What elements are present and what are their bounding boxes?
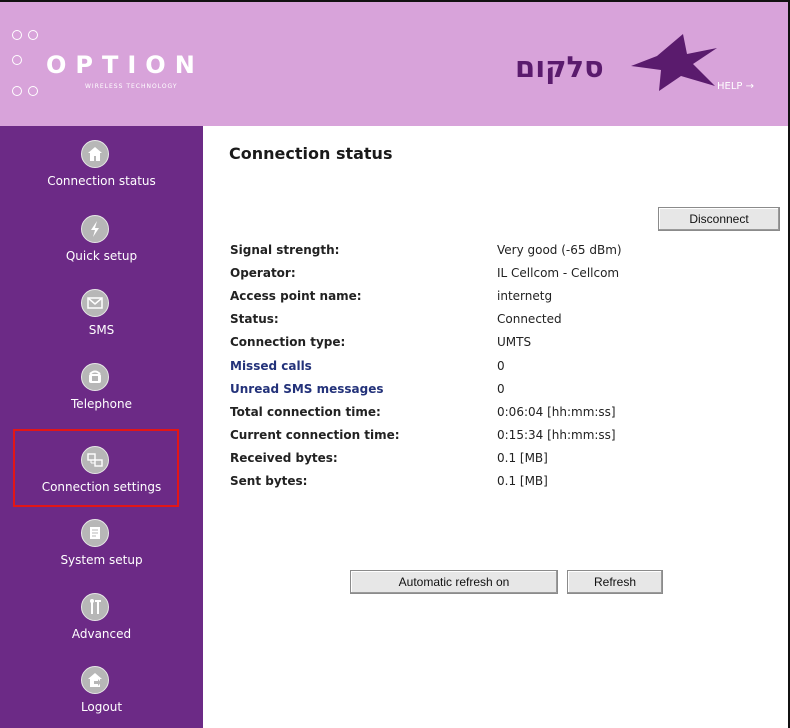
status-row: Sent bytes: 0.1 [MB] bbox=[230, 474, 750, 494]
status-row-label: Status: bbox=[230, 312, 279, 327]
nav-item-quick-setup[interactable]: Quick setup bbox=[0, 201, 203, 273]
header-bar: OPTION WIRELESS TECHNOLOGY סלקום HELP → bbox=[0, 2, 788, 126]
nav-item-connection-status[interactable]: Connection status bbox=[0, 126, 203, 198]
nav-label-quick-setup: Quick setup bbox=[65, 249, 138, 263]
nav-item-logout[interactable]: Logout bbox=[0, 652, 203, 724]
main-content: Connection status Disconnect Signal stre… bbox=[203, 126, 788, 728]
star-icon bbox=[631, 34, 717, 91]
logo-wordmark: OPTION bbox=[46, 51, 204, 79]
nav-item-sms[interactable]: SMS bbox=[0, 275, 203, 347]
status-row-label: Access point name: bbox=[230, 289, 362, 304]
envelope-icon bbox=[81, 289, 109, 317]
home-icon bbox=[81, 140, 109, 168]
status-row: Unread SMS messages 0 bbox=[230, 382, 750, 402]
status-row-value: internetg bbox=[497, 289, 553, 304]
nav-item-telephone[interactable]: Telephone bbox=[0, 349, 203, 421]
status-row-value: 0.1 [MB] bbox=[497, 474, 548, 488]
selection-highlight bbox=[13, 429, 179, 507]
nav-label-advanced: Advanced bbox=[71, 627, 132, 641]
nav-label-logout: Logout bbox=[80, 700, 123, 714]
status-row: Missed calls 0 bbox=[230, 359, 750, 379]
status-row: Current connection time: 0:15:34 [hh:mm:s… bbox=[230, 428, 750, 448]
status-row-label[interactable]: Unread SMS messages bbox=[230, 382, 384, 396]
disconnect-button[interactable]: Disconnect bbox=[658, 207, 780, 231]
nav-label-system-setup: System setup bbox=[60, 553, 143, 567]
status-row-value: 0.1 [MB] bbox=[497, 450, 548, 465]
status-row-value: 0:15:34 [hh:mm:ss] bbox=[497, 427, 616, 442]
status-row-value: UMTS bbox=[497, 335, 532, 350]
status-row: Signal strength: Very good (-65 dBm) bbox=[230, 243, 750, 263]
nav-label-connection-status: Connection status bbox=[47, 174, 156, 188]
status-row-value: Connected bbox=[497, 312, 562, 327]
page-title: Connection status bbox=[229, 144, 393, 163]
logout-icon bbox=[81, 666, 109, 694]
nav-label-sms: SMS bbox=[88, 323, 115, 337]
status-row: Received bytes: 0.1 [MB] bbox=[230, 451, 750, 471]
status-row-value: IL Cellcom - Cellcom bbox=[497, 266, 620, 281]
help-link[interactable]: HELP → bbox=[717, 81, 754, 92]
lightning-icon bbox=[81, 215, 109, 243]
tools-icon bbox=[81, 593, 109, 621]
option-logo: OPTION WIRELESS TECHNOLOGY bbox=[12, 30, 202, 102]
status-row-value: 0:06:04 [hh:mm:ss] bbox=[497, 404, 616, 419]
status-row: Access point name: internetg bbox=[230, 289, 750, 309]
status-row-label: Total connection time: bbox=[230, 404, 381, 419]
status-row: Operator: IL Cellcom - Cellcom bbox=[230, 266, 750, 286]
automatic-refresh-button[interactable]: Automatic refresh on bbox=[350, 570, 558, 594]
status-row-label: Connection type: bbox=[230, 335, 346, 350]
status-row: Total connection time: 0:06:04 [hh:mm:ss] bbox=[230, 405, 750, 425]
sidebar: Connection status Quick setup SMS Teleph… bbox=[0, 126, 203, 728]
brand-logo: סלקום bbox=[515, 30, 717, 100]
status-row-label: Signal strength: bbox=[230, 243, 340, 257]
refresh-button[interactable]: Refresh bbox=[567, 570, 663, 594]
brand-wordmark: סלקום bbox=[515, 50, 604, 84]
status-row-label: Operator: bbox=[230, 266, 296, 281]
status-row: Connection type: UMTS bbox=[230, 335, 750, 355]
status-row: Status: Connected bbox=[230, 312, 750, 332]
status-row-label: Current connection time: bbox=[230, 427, 400, 442]
document-icon bbox=[81, 519, 109, 547]
status-row-value: 0 bbox=[497, 358, 505, 373]
telephone-icon bbox=[81, 363, 109, 391]
nav-label-telephone: Telephone bbox=[71, 397, 132, 411]
status-row-label: Sent bytes: bbox=[230, 474, 308, 488]
status-row-label[interactable]: Missed calls bbox=[230, 359, 312, 373]
status-row-label: Received bytes: bbox=[230, 450, 338, 465]
nav-item-advanced[interactable]: Advanced bbox=[0, 579, 203, 651]
nav-item-system-setup[interactable]: System setup bbox=[0, 505, 203, 577]
logo-subtitle: WIRELESS TECHNOLOGY bbox=[85, 83, 178, 90]
status-row-value: Very good (-65 dBm) bbox=[497, 243, 622, 257]
status-row-value: 0 bbox=[497, 381, 505, 396]
